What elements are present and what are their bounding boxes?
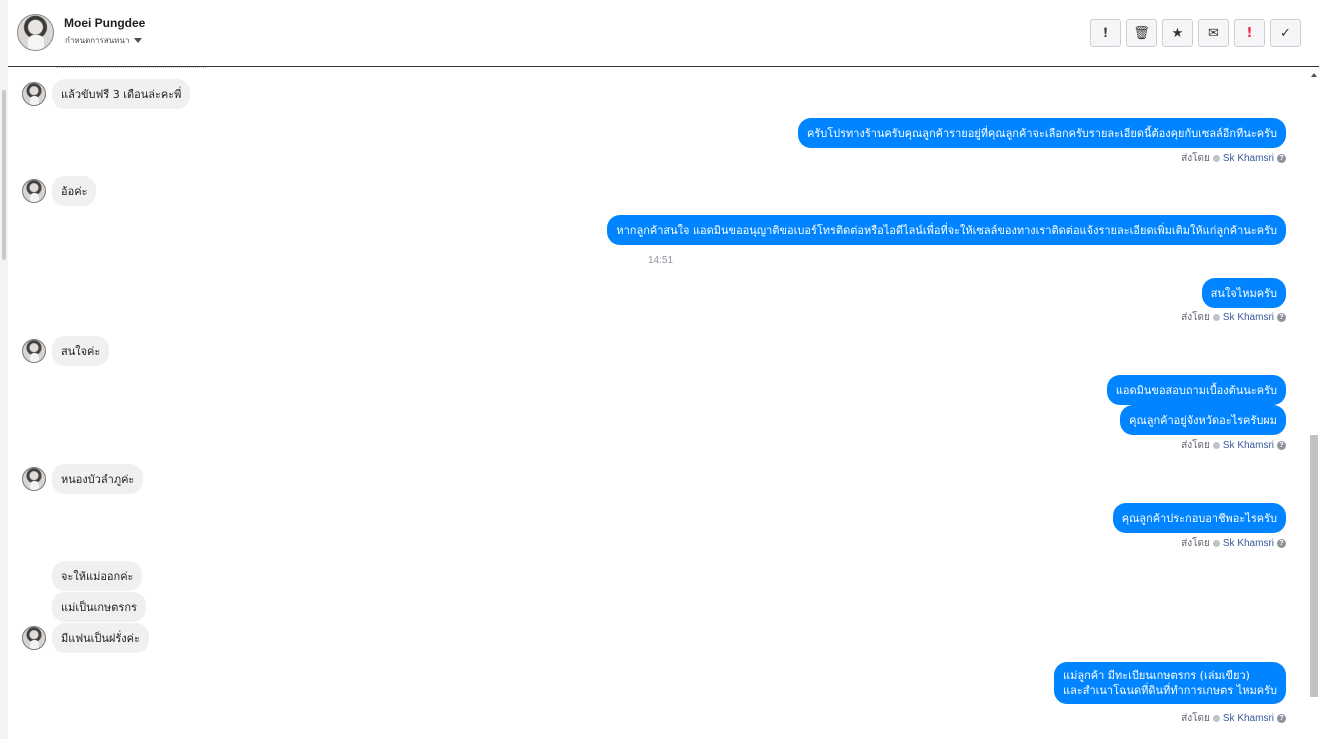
contact-avatar-small — [22, 179, 46, 203]
mark-spam-button[interactable]: ❗︎ — [1090, 19, 1121, 47]
left-scrollbar[interactable] — [0, 0, 8, 739]
done-button[interactable]: ✓ — [1270, 19, 1301, 47]
outgoing-message[interactable]: คุณลูกค้าอยู่จังหวัดอะไรครับผม — [1120, 405, 1286, 435]
left-scrollbar-thumb[interactable] — [2, 90, 6, 260]
divider — [56, 67, 206, 70]
thread-scrollbar[interactable] — [1309, 67, 1319, 739]
scroll-up-arrow-icon[interactable] — [1311, 73, 1317, 77]
outgoing-message[interactable]: สนใจไหมครับ — [1201, 278, 1286, 308]
contact-avatar-small — [22, 339, 46, 363]
star-icon: ★ — [1171, 25, 1184, 41]
envelope-icon: ✉︎ — [1208, 25, 1219, 41]
incoming-message[interactable]: หนองบัวลำภูค่ะ — [52, 464, 144, 494]
outgoing-message[interactable]: คุณลูกค้าประกอบอาชีพอะไรครับ — [1112, 503, 1286, 533]
exclamation-icon: ! — [1246, 25, 1253, 41]
schedule-dropdown[interactable]: กำหนดการสนทนา — [65, 34, 142, 47]
contact-name[interactable]: Moei Pungdee — [64, 16, 145, 30]
agent-dot-icon — [1212, 442, 1220, 449]
message-thread[interactable]: แล้วขับฟรี 3 เดือนล่ะคะพี่ ครับโปรทางร้า… — [8, 67, 1309, 739]
help-icon[interactable]: ? — [1277, 441, 1286, 450]
checkmark-icon: ✓ — [1280, 25, 1291, 41]
incoming-message[interactable]: สนใจค่ะ — [52, 336, 110, 366]
message-line: และสำเนาโฉนดที่ดินที่ทำการเกษตร ไหมครับ — [1063, 684, 1277, 697]
sent-by-prefix: ส่งโดย — [1181, 312, 1210, 323]
agent-dot-icon — [1212, 314, 1220, 321]
trash-icon: 🗑︎ — [1133, 25, 1150, 41]
chevron-down-icon — [133, 38, 142, 43]
outgoing-message[interactable]: แอดมินขอสอบถามเบื้องต้นนะครับ — [1106, 375, 1286, 405]
thread-scrollbar-thumb[interactable] — [1310, 435, 1318, 697]
sent-by-label: ส่งโดย Sk Khamsri? — [1181, 438, 1286, 453]
contact-avatar[interactable] — [17, 14, 54, 51]
contact-avatar-small — [22, 467, 46, 491]
alert-circle-icon: ❗︎ — [1103, 25, 1108, 41]
sent-by-prefix: ส่งโดย — [1181, 713, 1210, 724]
agent-dot-icon — [1212, 715, 1220, 722]
agent-name[interactable]: Sk Khamsri — [1223, 312, 1274, 323]
delete-button[interactable]: 🗑︎ — [1126, 19, 1157, 47]
agent-name[interactable]: Sk Khamsri — [1223, 713, 1274, 724]
follow-up-button[interactable]: ! — [1234, 19, 1265, 47]
incoming-message[interactable]: จะให้แม่ออกค่ะ — [52, 561, 143, 591]
message-line: แม่ลูกค้า มีทะเบียนเกษตรกร (เล่มเขียว) — [1063, 669, 1250, 682]
conversation-header: Moei Pungdee กำหนดการสนทนา ❗︎ 🗑︎ ★ ✉︎ ! … — [8, 0, 1319, 67]
contact-avatar-small — [22, 82, 46, 106]
sent-by-label: ส่งโดย Sk Khamsri? — [1181, 536, 1286, 551]
help-icon[interactable]: ? — [1277, 154, 1286, 163]
agent-dot-icon — [1212, 540, 1220, 547]
timestamp: 14:51 — [648, 255, 674, 266]
outgoing-message[interactable]: ครับโปรทางร้านครับคุณลูกค้ารายอยู่ที่คุณ… — [797, 118, 1286, 148]
agent-dot-icon — [1212, 155, 1220, 162]
sent-by-label: ส่งโดย Sk Khamsri? — [1181, 310, 1286, 325]
agent-name[interactable]: Sk Khamsri — [1223, 153, 1274, 164]
incoming-message[interactable]: แล้วขับฟรี 3 เดือนล่ะคะพี่ — [52, 79, 191, 109]
help-icon[interactable]: ? — [1277, 714, 1286, 723]
help-icon[interactable]: ? — [1277, 313, 1286, 322]
incoming-message[interactable]: แม่เป็นเกษตรกร — [52, 592, 146, 622]
header-actions: ❗︎ 🗑︎ ★ ✉︎ ! ✓ — [1090, 19, 1301, 47]
agent-name[interactable]: Sk Khamsri — [1223, 440, 1274, 451]
agent-name[interactable]: Sk Khamsri — [1223, 538, 1274, 549]
star-button[interactable]: ★ — [1162, 19, 1193, 47]
sent-by-label: ส่งโดย Sk Khamsri? — [1181, 151, 1286, 166]
sent-by-prefix: ส่งโดย — [1181, 538, 1210, 549]
sent-by-label: ส่งโดย Sk Khamsri? — [1181, 711, 1286, 726]
outgoing-message-multiline[interactable]: แม่ลูกค้า มีทะเบียนเกษตรกร (เล่มเขียว) แ… — [1054, 662, 1286, 704]
contact-avatar-small — [22, 626, 46, 650]
sent-by-prefix: ส่งโดย — [1181, 440, 1210, 451]
help-icon[interactable]: ? — [1277, 539, 1286, 548]
mark-unread-button[interactable]: ✉︎ — [1198, 19, 1229, 47]
outgoing-message[interactable]: หากลูกค้าสนใจ แอดมินขออนุญาติขอเบอร์โทรต… — [607, 215, 1286, 245]
sent-by-prefix: ส่งโดย — [1181, 153, 1210, 164]
schedule-label: กำหนดการสนทนา — [65, 36, 130, 45]
incoming-message[interactable]: มีแฟนเป็นฝรั่งค่ะ — [52, 623, 149, 653]
incoming-message[interactable]: อ้อค่ะ — [52, 176, 97, 206]
